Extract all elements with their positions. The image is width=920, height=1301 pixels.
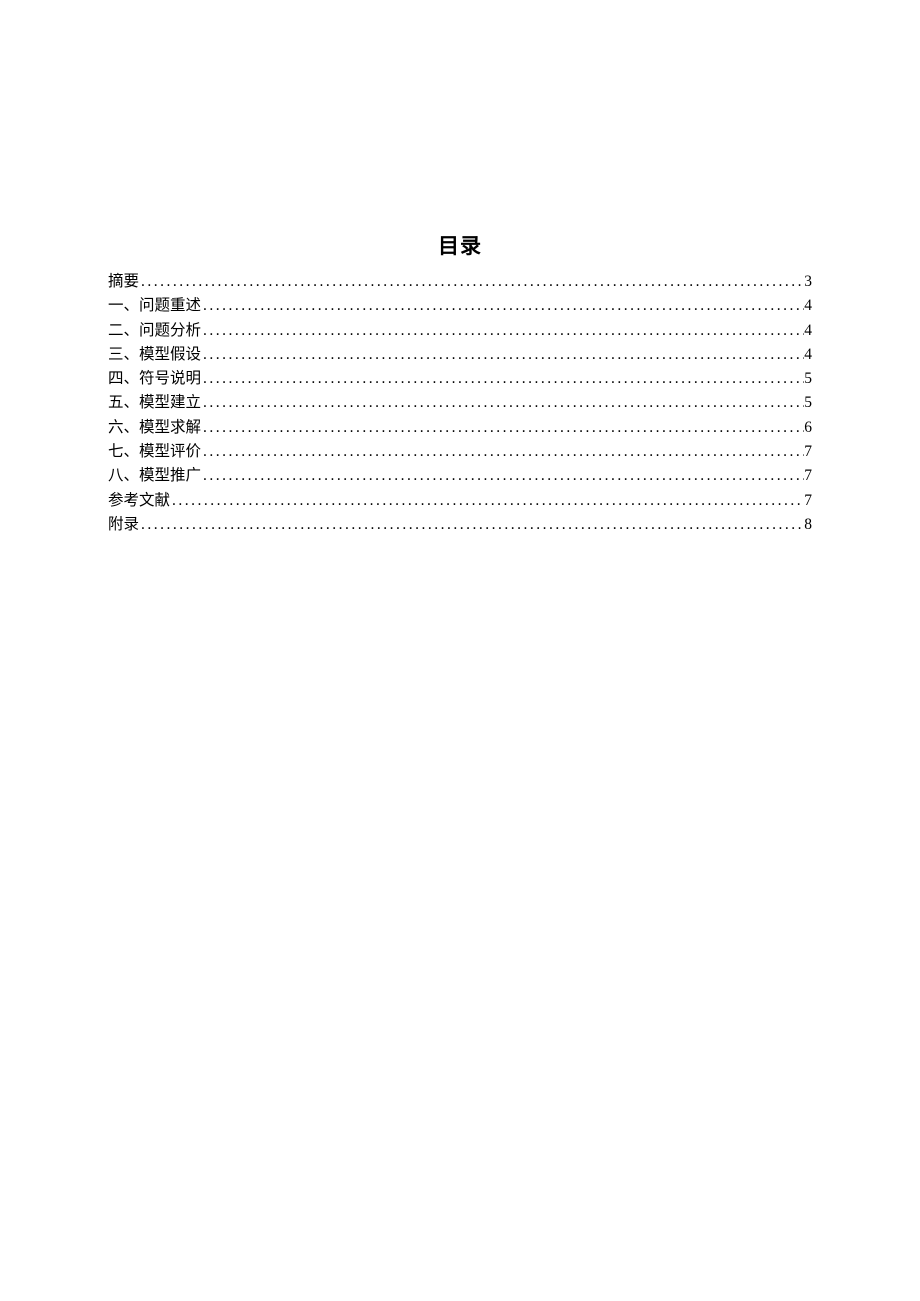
toc-entry: 参考文献 7 <box>108 489 812 513</box>
toc-entry-label: 五、模型建立 <box>108 391 201 415</box>
toc-dot-leader <box>201 319 804 343</box>
toc-entry-label: 三、模型假设 <box>108 343 201 367</box>
toc-entry-label: 附录 <box>108 513 139 537</box>
toc-dot-leader <box>201 464 804 488</box>
toc-entry-page: 7 <box>804 440 812 464</box>
toc-entry: 一、问题重述 4 <box>108 294 812 318</box>
document-page: 目录 摘要 3 一、问题重述 4 二、问题分析 4 三、模型假设 4 四、符号说… <box>0 0 920 537</box>
toc-entry-label: 参考文献 <box>108 489 170 513</box>
toc-dot-leader <box>201 440 804 464</box>
toc-entry: 七、模型评价 7 <box>108 440 812 464</box>
toc-dot-leader <box>201 391 804 415</box>
toc-entry-page: 4 <box>804 294 812 318</box>
toc-entry-page: 8 <box>804 513 812 537</box>
toc-entry-page: 4 <box>804 319 812 343</box>
toc-entry-page: 7 <box>804 464 812 488</box>
toc-dot-leader <box>139 513 804 537</box>
toc-dot-leader <box>201 343 804 367</box>
toc-list: 摘要 3 一、问题重述 4 二、问题分析 4 三、模型假设 4 四、符号说明 5… <box>108 270 812 537</box>
toc-entry: 八、模型推广 7 <box>108 464 812 488</box>
toc-dot-leader <box>139 270 804 294</box>
toc-entry-label: 一、问题重述 <box>108 294 201 318</box>
toc-entry: 摘要 3 <box>108 270 812 294</box>
toc-dot-leader <box>201 367 804 391</box>
toc-entry: 附录 8 <box>108 513 812 537</box>
toc-dot-leader <box>201 416 804 440</box>
toc-entry-label: 摘要 <box>108 270 139 294</box>
toc-entry: 三、模型假设 4 <box>108 343 812 367</box>
toc-entry-page: 7 <box>804 489 812 513</box>
toc-entry-page: 5 <box>804 391 812 415</box>
toc-entry: 四、符号说明 5 <box>108 367 812 391</box>
toc-entry-label: 六、模型求解 <box>108 416 201 440</box>
toc-entry-page: 3 <box>804 270 812 294</box>
toc-dot-leader <box>170 489 804 513</box>
toc-entry: 六、模型求解 6 <box>108 416 812 440</box>
toc-entry: 二、问题分析 4 <box>108 319 812 343</box>
toc-entry-label: 七、模型评价 <box>108 440 201 464</box>
toc-entry-page: 4 <box>804 343 812 367</box>
toc-dot-leader <box>201 294 804 318</box>
toc-entry-page: 5 <box>804 367 812 391</box>
toc-entry-label: 四、符号说明 <box>108 367 201 391</box>
toc-entry-label: 八、模型推广 <box>108 464 201 488</box>
toc-entry-page: 6 <box>804 416 812 440</box>
toc-entry: 五、模型建立 5 <box>108 391 812 415</box>
toc-entry-label: 二、问题分析 <box>108 319 201 343</box>
toc-title: 目录 <box>108 230 812 260</box>
